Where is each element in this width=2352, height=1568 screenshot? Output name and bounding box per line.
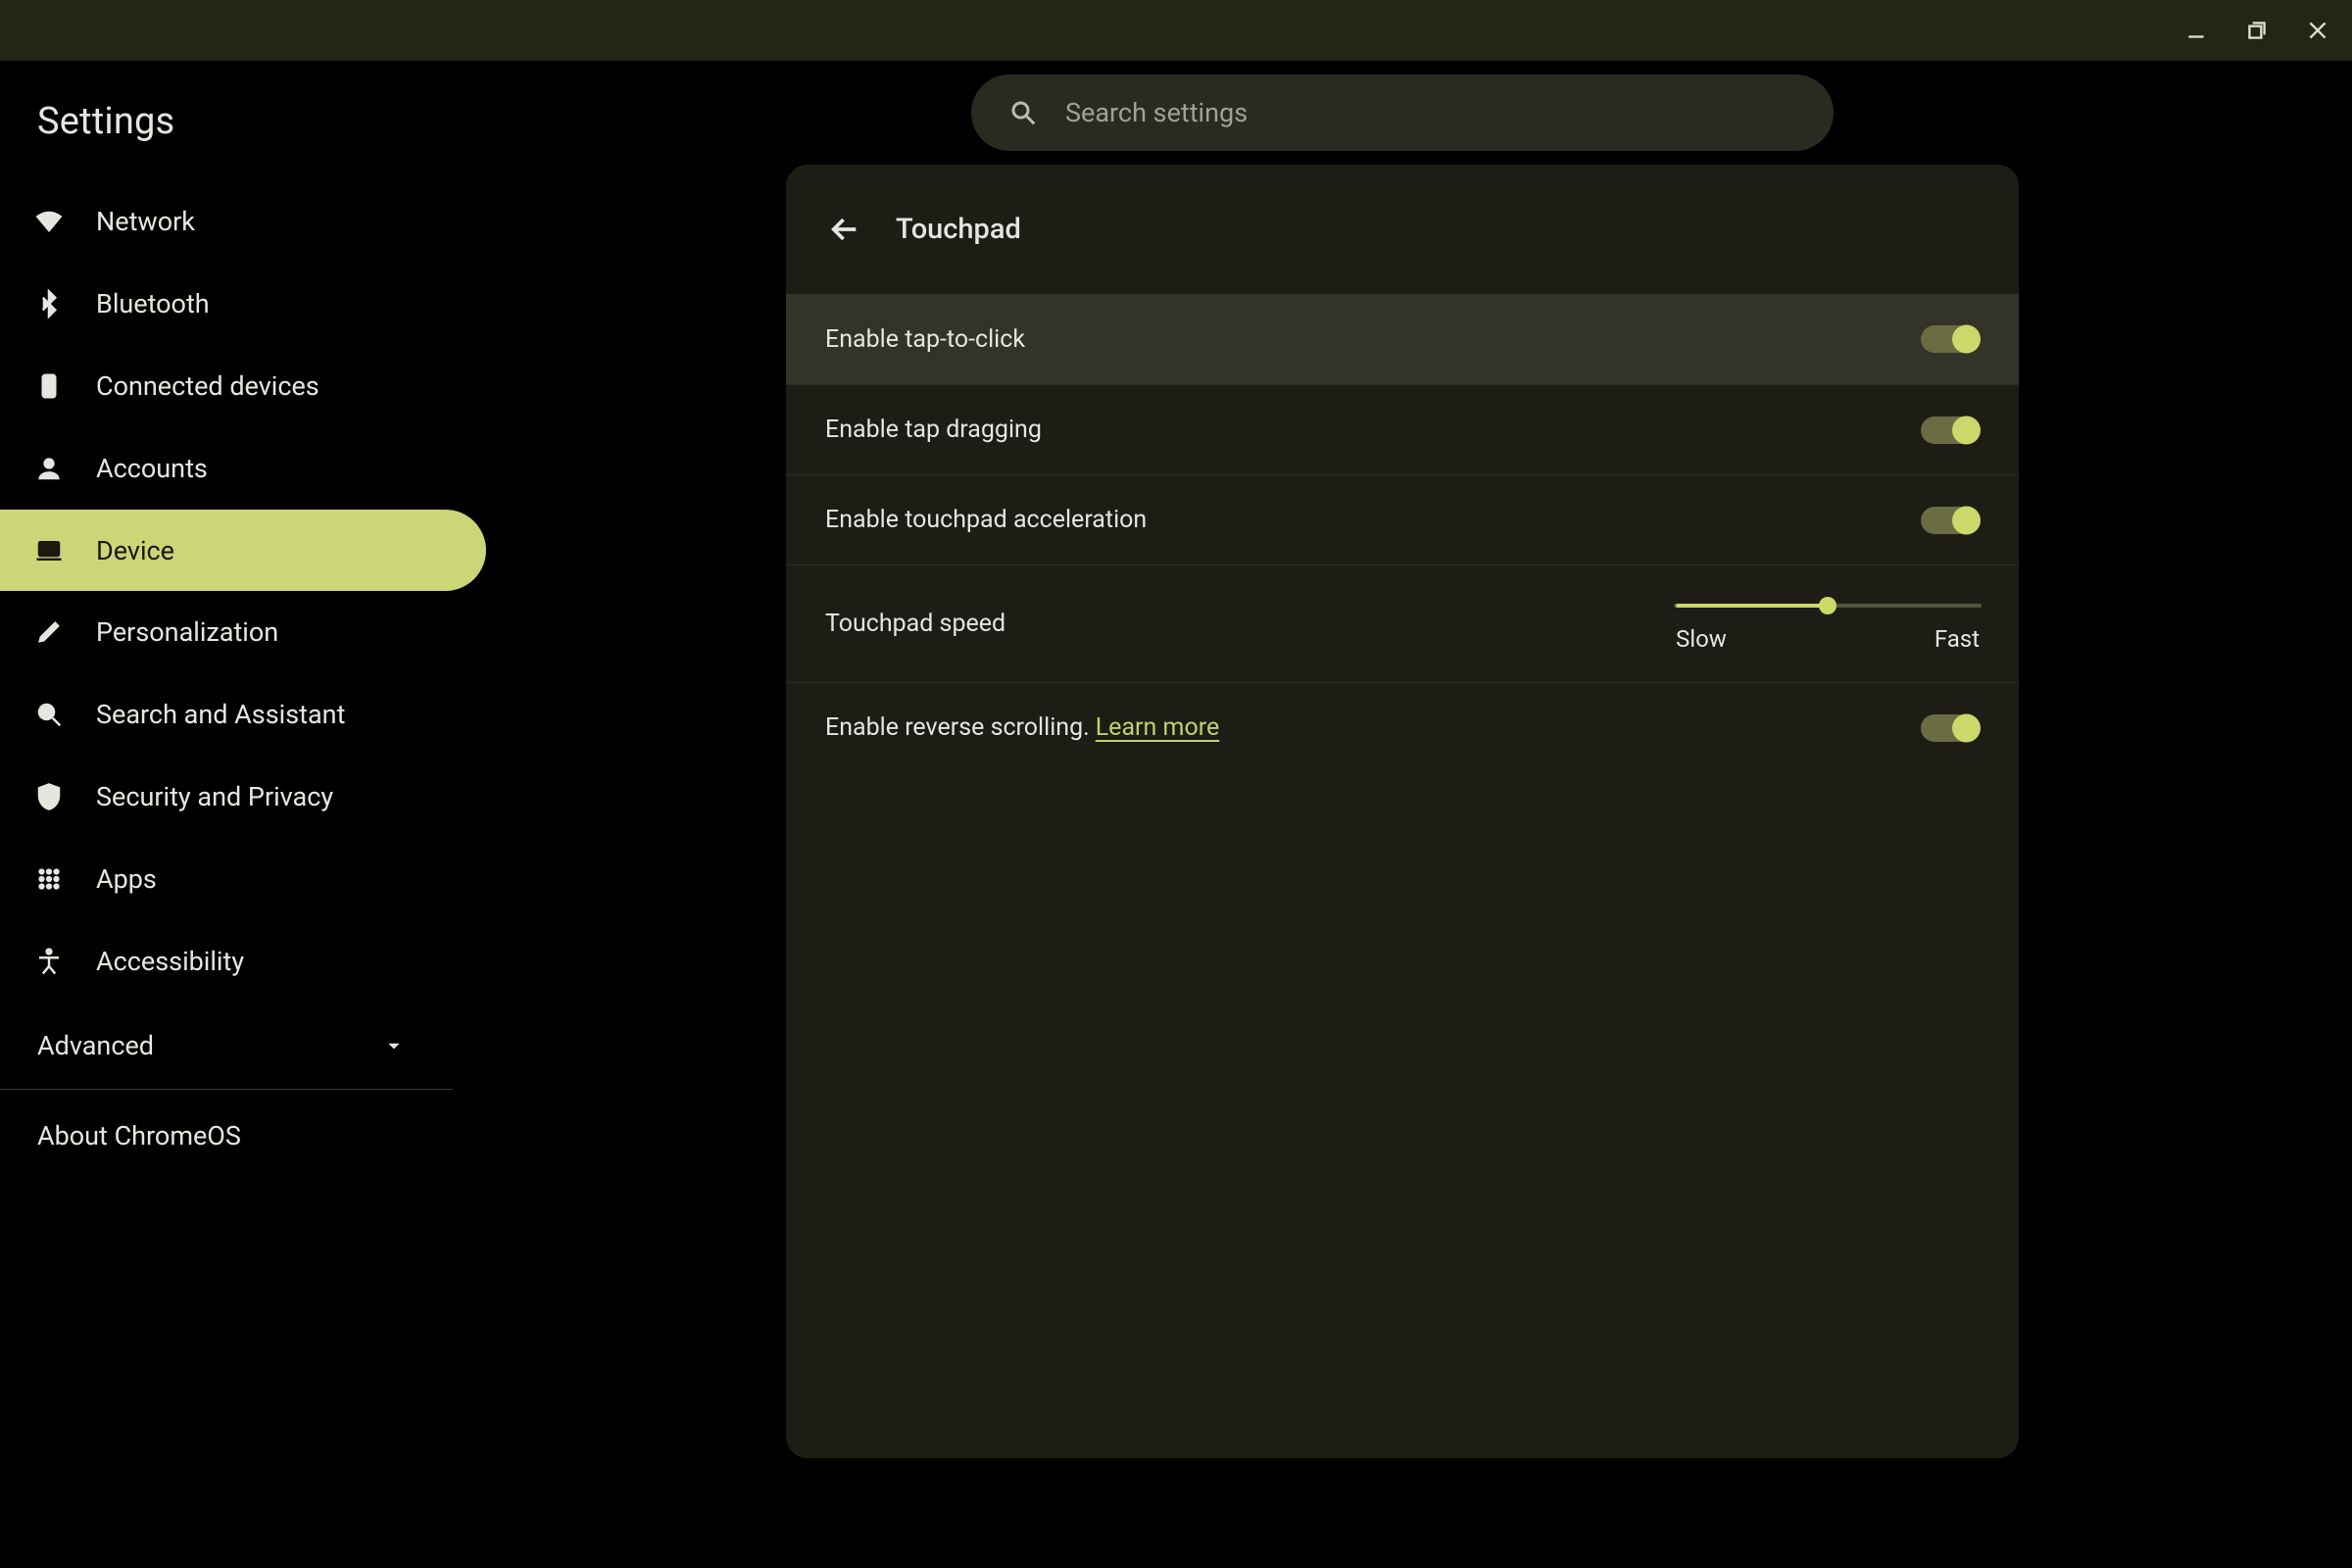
row-label: Enable reverse scrolling. Learn more bbox=[825, 713, 1219, 742]
window-titlebar bbox=[0, 0, 2352, 61]
toggle-knob bbox=[1952, 506, 1981, 534]
toggle-knob bbox=[1952, 713, 1981, 742]
page-title: Touchpad bbox=[896, 213, 1021, 246]
touchpad-speed-slider[interactable] bbox=[1676, 602, 1980, 610]
search-icon bbox=[33, 699, 65, 730]
close-icon bbox=[2305, 18, 2330, 43]
sidebar-item-personalization[interactable]: Personalization bbox=[0, 591, 453, 673]
sidebar-item-label: Device bbox=[96, 535, 174, 566]
slider-wrap: Slow Fast bbox=[1676, 596, 1980, 653]
back-button[interactable] bbox=[825, 210, 864, 249]
row-touchpad-speed: Touchpad speed Slow Fast bbox=[786, 564, 2019, 682]
row-label: Enable touchpad acceleration bbox=[825, 506, 1147, 534]
sidebar-item-network[interactable]: Network bbox=[0, 180, 453, 263]
about-label: About ChromeOS bbox=[37, 1120, 241, 1152]
minimize-icon bbox=[2183, 18, 2209, 43]
sidebar-item-search-assistant[interactable]: Search and Assistant bbox=[0, 673, 453, 756]
advanced-label: Advanced bbox=[37, 1030, 154, 1061]
app-title: Settings bbox=[0, 82, 453, 180]
search-row bbox=[453, 61, 2352, 165]
sidebar-item-bluetooth[interactable]: Bluetooth bbox=[0, 263, 453, 345]
slider-fast-label: Fast bbox=[1935, 625, 1980, 653]
wifi-icon bbox=[33, 206, 65, 237]
card-header: Touchpad bbox=[786, 165, 2019, 294]
person-icon bbox=[33, 453, 65, 484]
window-restore-button[interactable] bbox=[2240, 14, 2274, 47]
restore-icon bbox=[2244, 18, 2270, 43]
sidebar-item-label: Search and Assistant bbox=[96, 699, 345, 730]
window-close-button[interactable] bbox=[2301, 14, 2334, 47]
sidebar-item-label: Accounts bbox=[96, 453, 208, 484]
row-reverse-scrolling[interactable]: Enable reverse scrolling. Learn more bbox=[786, 682, 2019, 772]
row-label-text: Enable reverse scrolling. bbox=[825, 713, 1090, 742]
slider-slow-label: Slow bbox=[1676, 625, 1727, 653]
accessibility-icon bbox=[33, 946, 65, 977]
sidebar-advanced-expander[interactable]: Advanced bbox=[0, 1003, 453, 1089]
row-acceleration[interactable]: Enable touchpad acceleration bbox=[786, 474, 2019, 564]
shield-icon bbox=[33, 781, 65, 812]
arrow-left-icon bbox=[828, 213, 861, 246]
card-empty-space bbox=[786, 772, 2019, 1458]
sidebar-item-accessibility[interactable]: Accessibility bbox=[0, 920, 453, 1003]
main-area: Touchpad Enable tap-to-click Enable tap … bbox=[453, 61, 2352, 1568]
sidebar-item-label: Connected devices bbox=[96, 370, 319, 402]
row-tap-dragging[interactable]: Enable tap dragging bbox=[786, 384, 2019, 474]
toggle-tap-to-click[interactable] bbox=[1921, 325, 1980, 353]
sidebar-item-label: Accessibility bbox=[96, 946, 244, 977]
laptop-icon bbox=[33, 535, 65, 566]
row-tap-to-click[interactable]: Enable tap-to-click bbox=[786, 294, 2019, 384]
sidebar-item-apps[interactable]: Apps bbox=[0, 838, 453, 920]
toggle-reverse-scrolling[interactable] bbox=[1921, 714, 1980, 742]
bluetooth-icon bbox=[33, 288, 65, 319]
sidebar-item-connected-devices[interactable]: Connected devices bbox=[0, 345, 453, 427]
sidebar: Settings Network Bluetooth Connected dev… bbox=[0, 61, 453, 1568]
sidebar-item-label: Personalization bbox=[96, 616, 278, 648]
learn-more-link[interactable]: Learn more bbox=[1096, 713, 1219, 742]
toggle-knob bbox=[1952, 416, 1981, 444]
sidebar-item-device[interactable]: Device bbox=[0, 510, 486, 591]
toggle-acceleration[interactable] bbox=[1921, 507, 1980, 534]
toggle-tap-dragging[interactable] bbox=[1921, 416, 1980, 444]
row-label: Enable tap-to-click bbox=[825, 325, 1025, 354]
pencil-icon bbox=[33, 616, 65, 648]
phone-icon bbox=[33, 370, 65, 402]
search-icon bbox=[1008, 98, 1038, 127]
sidebar-item-label: Bluetooth bbox=[96, 288, 210, 319]
sidebar-item-accounts[interactable]: Accounts bbox=[0, 427, 453, 510]
search-input[interactable] bbox=[1063, 96, 1796, 129]
sidebar-item-label: Security and Privacy bbox=[96, 781, 333, 812]
toggle-knob bbox=[1952, 325, 1981, 354]
sidebar-about-link[interactable]: About ChromeOS bbox=[0, 1090, 453, 1182]
window-minimize-button[interactable] bbox=[2180, 14, 2213, 47]
row-label: Enable tap dragging bbox=[825, 416, 1042, 444]
chevron-down-icon bbox=[378, 1030, 410, 1061]
slider-fill bbox=[1676, 604, 1828, 608]
slider-tick bbox=[1978, 604, 1982, 608]
sidebar-item-label: Network bbox=[96, 206, 195, 237]
sidebar-nav: Network Bluetooth Connected devices Acco… bbox=[0, 180, 453, 1003]
row-label: Touchpad speed bbox=[825, 610, 1005, 638]
sidebar-item-security-privacy[interactable]: Security and Privacy bbox=[0, 756, 453, 838]
settings-card: Touchpad Enable tap-to-click Enable tap … bbox=[786, 165, 2019, 1458]
slider-tick bbox=[1902, 604, 1906, 608]
sidebar-item-label: Apps bbox=[96, 863, 157, 895]
slider-thumb[interactable] bbox=[1819, 597, 1837, 614]
search-box[interactable] bbox=[971, 74, 1834, 151]
apps-grid-icon bbox=[33, 863, 65, 895]
